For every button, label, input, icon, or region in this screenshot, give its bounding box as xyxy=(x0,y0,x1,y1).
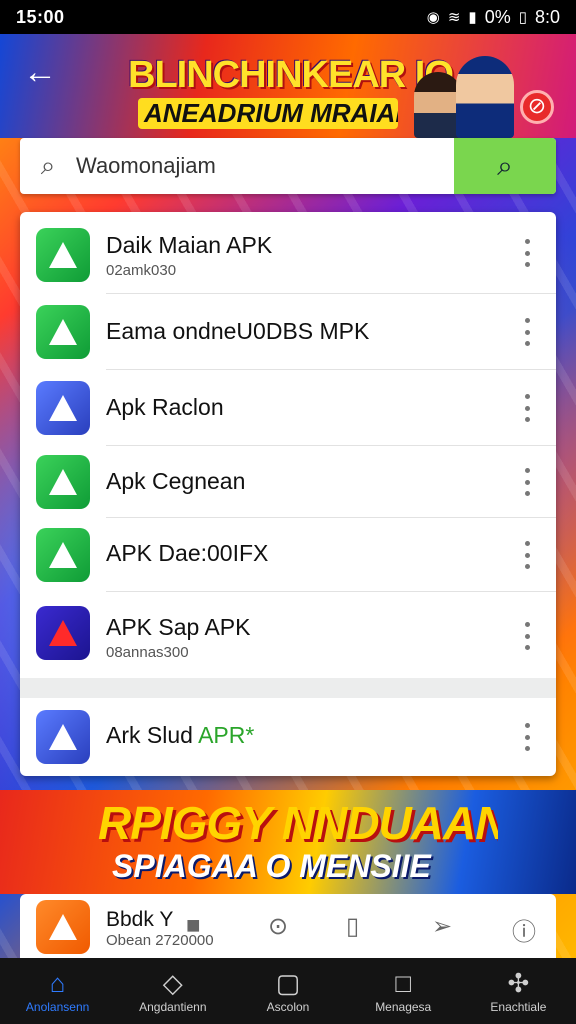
app-subtitle: 08annas300 xyxy=(106,644,189,661)
app-name: APK Dae:00IFX xyxy=(106,540,269,566)
person-image-2 xyxy=(456,56,514,138)
more-options-icon[interactable] xyxy=(520,468,534,496)
app-logo-icon xyxy=(36,455,90,509)
search-bar: ⌕ ⌕ xyxy=(20,138,556,194)
nav-manage[interactable]: □ Menagesa xyxy=(346,958,461,1024)
square-outline-icon: □ xyxy=(395,968,412,998)
section-divider xyxy=(20,678,556,698)
promo-subtitle: SPIAGAA O MENSIIE xyxy=(112,848,431,884)
nav-more[interactable]: ✣ Enachtiale xyxy=(461,958,576,1024)
app-name: Apk Raclon xyxy=(106,394,224,420)
stop-icon[interactable]: ■ xyxy=(186,912,201,940)
app-logo-icon xyxy=(36,900,90,954)
header-banner: ← BLINCHINKEAR IO ANEADRIUM MRAIAKA ⊘ xyxy=(0,34,576,138)
back-arrow-icon[interactable]: ← xyxy=(20,54,60,94)
app-screen: 15:00 ◉ ≋ ▮ 0% ▯ 8:0 ← BLINCHINKEAR IO A… xyxy=(0,0,576,1024)
record-icon[interactable]: ⊙ xyxy=(268,912,288,941)
more-options-icon[interactable] xyxy=(520,541,534,569)
prohibited-icon[interactable]: ⊘ xyxy=(520,90,554,124)
nav-label: Enachtiale xyxy=(490,1000,547,1014)
app-name: Apk Cegnean xyxy=(106,468,246,494)
more-options-icon[interactable] xyxy=(520,394,534,422)
signal-icon: ◉ xyxy=(426,9,440,26)
app-list: Daik Maian APK 02amk030 Eama ondneU0DBS … xyxy=(20,212,556,776)
mini-app-name: Bbdk Y xyxy=(106,908,174,931)
bookmark-icon[interactable]: ▯ xyxy=(346,912,359,941)
more-options-icon[interactable] xyxy=(520,723,534,751)
nav-home[interactable]: ⌂ Anolansenn xyxy=(0,958,115,1024)
banner-title: BLINCHINKEAR IO xyxy=(128,54,454,96)
nav-tag[interactable]: ◇ Angdantienn xyxy=(115,958,230,1024)
app-logo-icon xyxy=(36,305,90,359)
list-item[interactable]: APK Dae:00IFX xyxy=(20,518,556,592)
list-item[interactable]: APK Sap APK 08annas300 xyxy=(20,592,556,678)
app-logo-icon xyxy=(36,710,90,764)
status-clock: 8:0 xyxy=(534,6,560,27)
app-logo-icon xyxy=(36,606,90,660)
app-name: Daik Maian APK xyxy=(106,232,273,258)
wifi-icon: ≋ xyxy=(447,9,461,26)
app-logo-icon xyxy=(36,528,90,582)
more-options-icon[interactable] xyxy=(520,318,534,346)
app-logo-icon xyxy=(36,381,90,435)
status-bar: 15:00 ◉ ≋ ▮ 0% ▯ 8:0 xyxy=(0,0,576,34)
app-subtitle: 02amk030 xyxy=(106,262,177,279)
search-input[interactable] xyxy=(76,138,454,194)
now-playing-bar[interactable]: Bbdk Y Obean 2720000 ■ ⊙ ▯ ➢ ⓘ xyxy=(20,894,556,958)
more-options-icon[interactable] xyxy=(520,622,534,650)
home-icon: ⌂ xyxy=(49,968,66,998)
banner-subtitle: ANEADRIUM MRAIAKA xyxy=(138,98,398,129)
cell-icon: ▮ xyxy=(468,9,477,26)
app-name-text: Ark Slud xyxy=(106,722,193,748)
promo-title: RPIGGY NNDUAAN xyxy=(98,797,498,849)
list-item[interactable]: Apk Raclon xyxy=(20,370,556,446)
app-logo-icon xyxy=(36,228,90,282)
app-name-accent: APR* xyxy=(198,722,255,748)
nav-label: Menagesa xyxy=(375,1000,432,1014)
info-icon[interactable]: ⓘ xyxy=(512,912,536,947)
list-item[interactable]: Apk Cegnean xyxy=(20,446,556,518)
forward-icon[interactable]: ➢ xyxy=(432,912,452,941)
promo-banner[interactable]: RPIGGY NNDUAAN SPIAGAA O MENSIIE xyxy=(0,790,576,894)
app-name: Eama ondneU0DBS MPK xyxy=(106,318,370,344)
search-button[interactable]: ⌕ xyxy=(454,138,556,194)
battery-icon: ▯ xyxy=(518,9,527,26)
status-time: 15:00 xyxy=(16,6,65,27)
nav-square[interactable]: ▢ Ascolon xyxy=(230,958,345,1024)
nav-label: Angdantienn xyxy=(139,1000,207,1014)
list-item[interactable]: Ark Slud APR* xyxy=(20,698,556,776)
more-options-icon[interactable] xyxy=(520,239,534,267)
search-icon: ⌕ xyxy=(40,150,56,180)
app-name: APK Sap APK xyxy=(106,614,251,640)
nav-label: Ascolon xyxy=(266,1000,310,1014)
clover-icon: ✣ xyxy=(507,968,530,998)
list-item[interactable]: Eama ondneU0DBS MPK xyxy=(20,294,556,370)
square-icon: ▢ xyxy=(275,968,301,998)
search-button-icon: ⌕ xyxy=(497,149,513,181)
nav-label: Anolansenn xyxy=(25,1000,90,1014)
list-item[interactable]: Daik Maian APK 02amk030 xyxy=(20,212,556,294)
bottom-navigation: ⌂ Anolansenn ◇ Angdantienn ▢ Ascolon □ M… xyxy=(0,958,576,1024)
app-name: Ark Slud APR* xyxy=(106,722,254,749)
tag-icon: ◇ xyxy=(162,968,183,998)
battery-percent: 0% xyxy=(484,6,511,27)
person-image-1 xyxy=(414,72,462,138)
